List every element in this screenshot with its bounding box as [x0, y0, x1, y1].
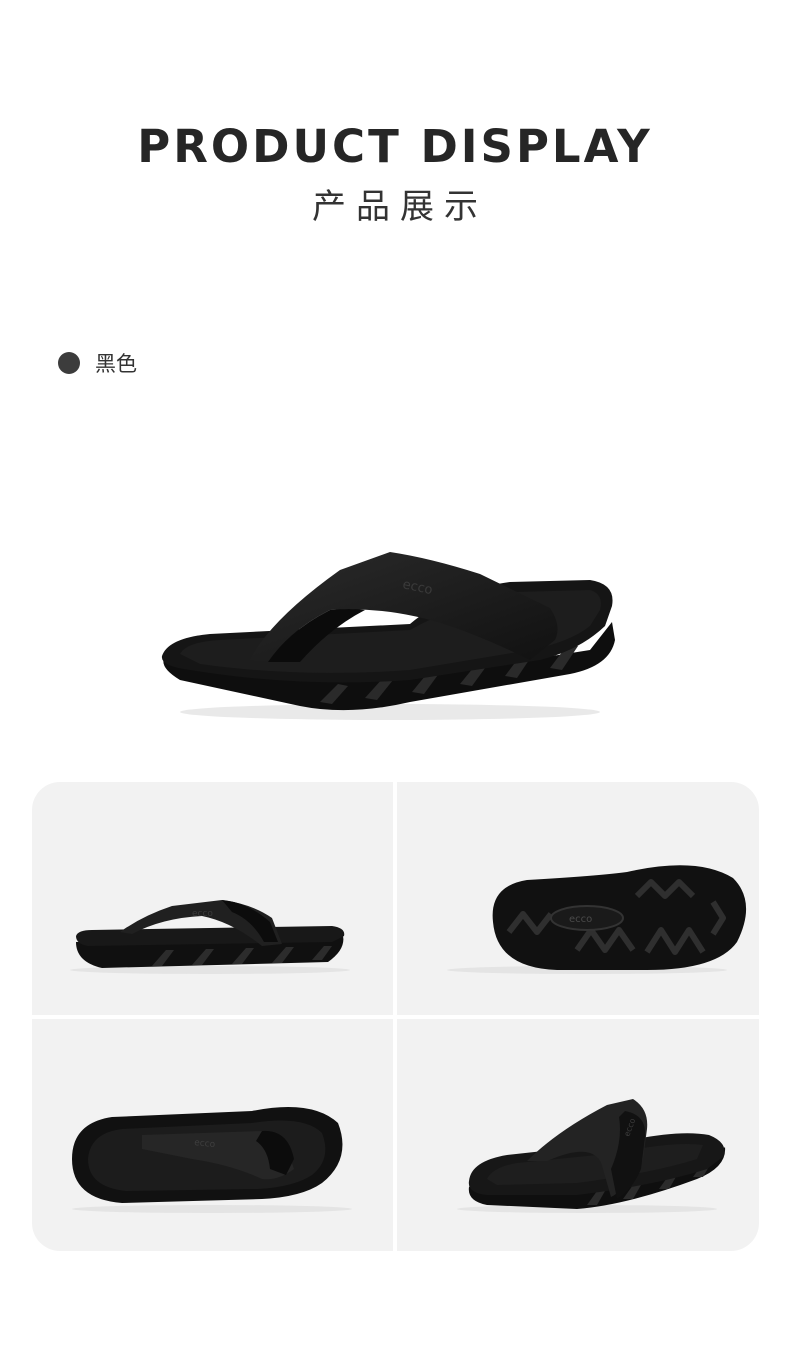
top-view-sandal-image: ecco	[72, 1107, 352, 1213]
outsole-view-sandal-image: ecco	[447, 865, 747, 974]
color-option[interactable]: 黑色	[58, 350, 137, 376]
side-view-panel: ecco	[32, 782, 393, 1015]
page-title-cn: 产品展示	[312, 187, 488, 227]
top-view-panel: ecco	[32, 1019, 393, 1251]
outsole-logo: ecco	[569, 914, 592, 925]
color-swatch	[58, 352, 80, 374]
color-label: 黑色	[95, 352, 137, 376]
rear-view-panel: ecco	[397, 1019, 759, 1251]
outsole-view-panel: ecco	[397, 782, 759, 1015]
rear-view-sandal-image: ecco	[457, 1099, 726, 1213]
hero-sandal-image: ecco	[161, 552, 616, 720]
page-title-en: PRODUCT DISPLAY	[137, 120, 653, 173]
side-view-logo: ecco	[192, 909, 213, 919]
side-view-sandal-image: ecco	[70, 900, 350, 974]
product-views-grid: ecco ecco ecco ecco	[32, 782, 759, 1251]
